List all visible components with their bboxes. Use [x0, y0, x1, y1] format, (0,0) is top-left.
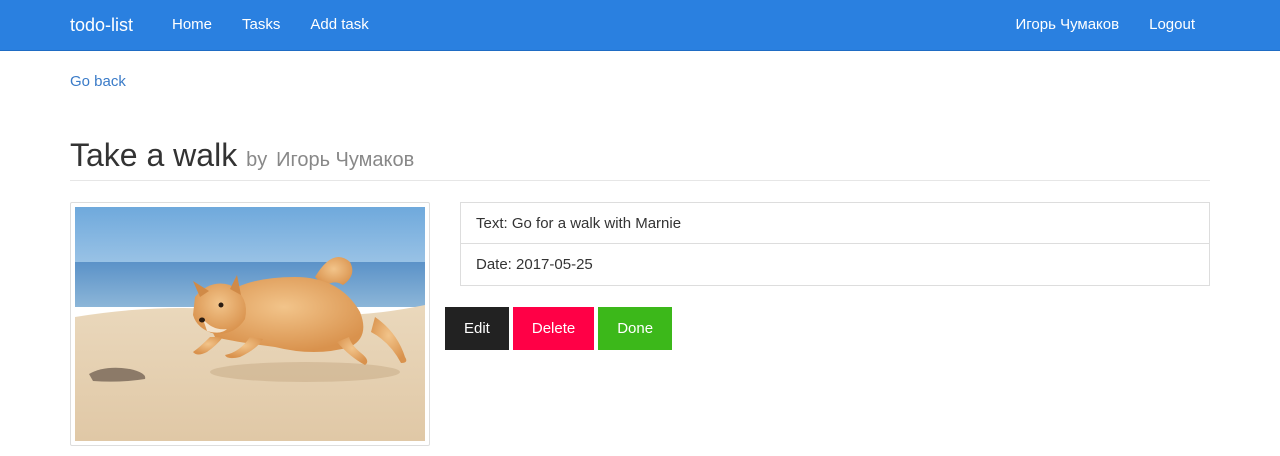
task-image-thumbnail [70, 202, 430, 446]
task-details-list: Text: Go for a walk with Marnie Date: 20… [460, 202, 1210, 286]
done-button[interactable]: Done [598, 307, 673, 350]
brand-link[interactable]: todo-list [70, 0, 133, 50]
task-text-item: Text: Go for a walk with Marnie [460, 202, 1210, 244]
nav-tasks-link[interactable]: Tasks [227, 0, 295, 50]
go-back-link[interactable]: Go back [70, 73, 126, 90]
navbar-inner: todo-list Home Tasks Add task Игорь Чума… [0, 0, 1280, 50]
page-header: Take a walk by Игорь Чумаков [70, 135, 1210, 181]
nav-links: Home Tasks Add task [157, 0, 384, 50]
user-profile-link[interactable]: Игорь Чумаков [1000, 0, 1134, 50]
nav-home-link[interactable]: Home [157, 0, 227, 50]
top-navbar: todo-list Home Tasks Add task Игорь Чума… [0, 0, 1280, 51]
delete-button[interactable]: Delete [512, 307, 595, 350]
logout-link[interactable]: Logout [1134, 0, 1210, 50]
page-title: Take a walk by Игорь Чумаков [70, 135, 1210, 180]
nav-add-task-link[interactable]: Add task [295, 0, 383, 50]
edit-button[interactable]: Edit [445, 307, 509, 350]
task-title: Take a walk [70, 137, 238, 173]
by-label: by [246, 149, 268, 171]
task-author: Игорь Чумаков [276, 149, 415, 171]
task-date-item: Date: 2017-05-25 [460, 244, 1210, 286]
nav-user-links: Игорь Чумаков Logout [1000, 0, 1210, 50]
task-actions: Edit Delete Done [445, 307, 673, 350]
dog-photo [75, 207, 425, 441]
